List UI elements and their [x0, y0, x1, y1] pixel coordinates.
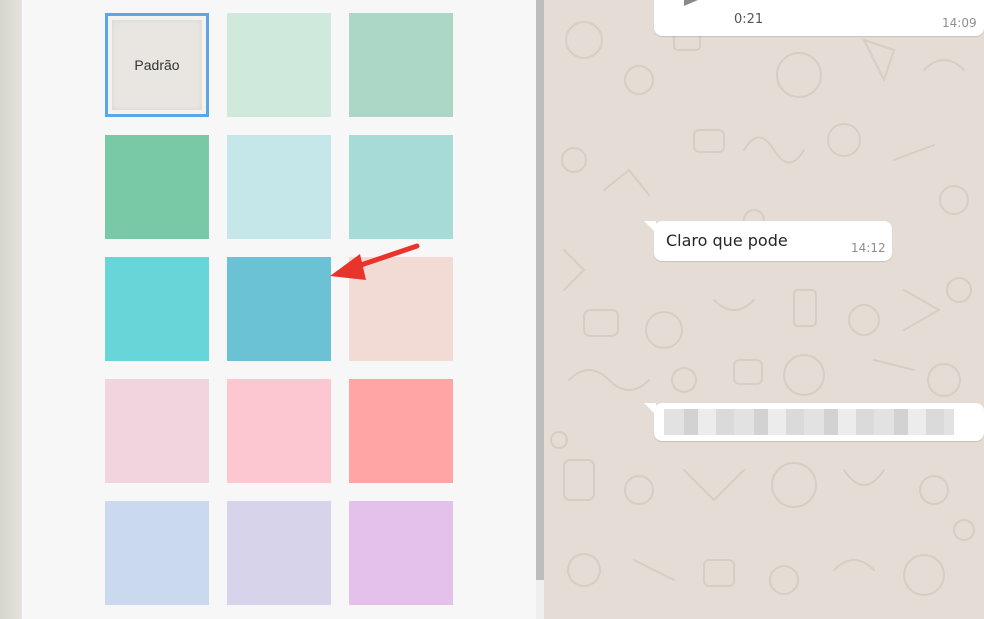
wallpaper-swatch[interactable]	[105, 135, 209, 239]
chat-wallpaper-doodles	[550, 21, 975, 596]
panel-scrollbar-thumb[interactable]	[536, 0, 544, 580]
bubble-tail	[644, 403, 656, 415]
message-time: 14:09	[942, 16, 977, 30]
redacted-content	[664, 409, 954, 435]
message-text: Claro que pode	[666, 231, 788, 250]
play-icon[interactable]	[684, 0, 698, 6]
wallpaper-swatch[interactable]	[227, 379, 331, 483]
wallpaper-swatch[interactable]	[349, 135, 453, 239]
wallpaper-swatch[interactable]	[105, 501, 209, 605]
wallpaper-swatch[interactable]	[105, 379, 209, 483]
swatch-default-label: Padrão	[134, 57, 180, 73]
voice-duration: 0:21	[734, 12, 764, 27]
wallpaper-swatch[interactable]	[349, 501, 453, 605]
redacted-message-bubble[interactable]	[654, 403, 984, 441]
wallpaper-settings-panel: Padrão	[22, 0, 536, 619]
wallpaper-swatch[interactable]	[227, 501, 331, 605]
panel-scrollbar-track[interactable]	[536, 580, 544, 619]
bubble-tail	[644, 221, 656, 233]
chat-area: 0:21 14:09 Claro que pode 14:12	[544, 0, 984, 619]
wallpaper-swatch-default[interactable]: Padrão	[105, 13, 209, 117]
wallpaper-swatch[interactable]	[349, 13, 453, 117]
wallpaper-swatch[interactable]	[227, 257, 331, 361]
wallpaper-swatch[interactable]	[349, 379, 453, 483]
wallpaper-swatch[interactable]	[227, 135, 331, 239]
voice-message-bubble[interactable]: 0:21 14:09	[654, 0, 984, 36]
wallpaper-swatch[interactable]	[227, 13, 331, 117]
text-message-bubble[interactable]: Claro que pode 14:12	[654, 221, 892, 261]
window-edge	[0, 0, 22, 619]
message-time: 14:12	[851, 241, 886, 255]
wallpaper-swatch[interactable]	[105, 257, 209, 361]
annotation-arrow-icon	[330, 243, 420, 280]
